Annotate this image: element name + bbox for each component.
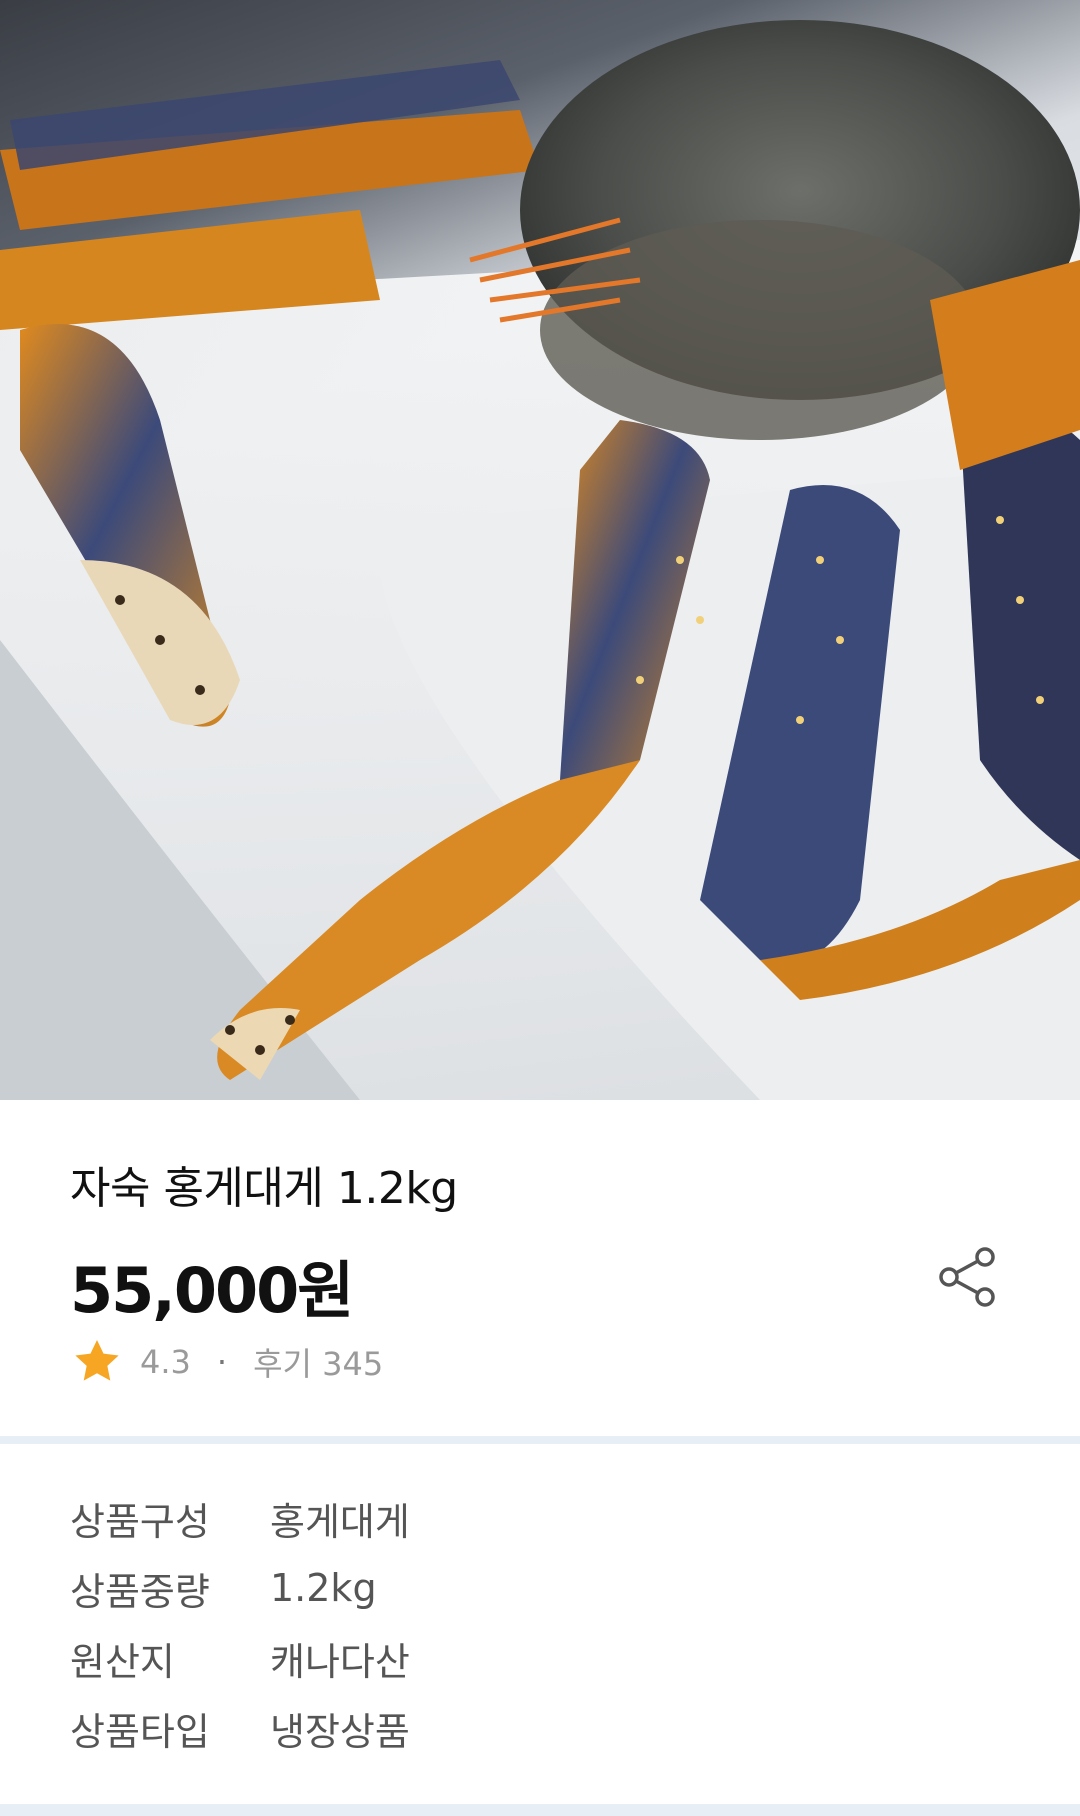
review-count[interactable]: 후기 345 — [253, 1339, 383, 1385]
spec-label: 상품구성 — [70, 1499, 210, 1544]
spec-row-composition: 상품구성 홍게대게 — [70, 1488, 410, 1548]
product-summary: 자숙 홍게대게 1.2kg 55,000원 4.3 · 후기 345 — [0, 1100, 1080, 1436]
share-icon — [939, 1247, 995, 1307]
product-title: 자숙 홍게대게 1.2kg — [70, 1163, 458, 1214]
spec-value: 홍게대게 — [270, 1499, 410, 1544]
star-icon — [75, 1339, 119, 1381]
section-divider — [0, 1436, 1080, 1444]
spec-value: 1.2kg — [270, 1566, 377, 1610]
product-image[interactable] — [0, 0, 1080, 1100]
rating-row[interactable]: 4.3 · 후기 345 — [70, 1332, 383, 1392]
spec-value: 냉장상품 — [270, 1709, 410, 1754]
share-button[interactable] — [930, 1240, 1004, 1314]
spec-row-weight: 상품중량 1.2kg — [70, 1558, 377, 1618]
spec-row-type: 상품타입 냉장상품 — [70, 1698, 410, 1758]
spec-row-origin: 원산지 캐나다산 — [70, 1628, 410, 1688]
spec-value: 캐나다산 — [270, 1639, 410, 1684]
rating-value: 4.3 — [140, 1343, 191, 1381]
spec-label: 원산지 — [70, 1639, 175, 1684]
crab-photo — [0, 20, 1080, 1100]
separator-dot: · — [216, 1343, 228, 1381]
spec-label: 상품타입 — [70, 1709, 210, 1754]
spec-label: 상품중량 — [70, 1569, 210, 1614]
product-specs: 상품구성 홍게대게 상품중량 1.2kg 원산지 캐나다산 상품타입 냉장상품 — [0, 1444, 1080, 1804]
product-price: 55,000원 — [70, 1254, 354, 1327]
bottom-divider — [0, 1804, 1080, 1816]
